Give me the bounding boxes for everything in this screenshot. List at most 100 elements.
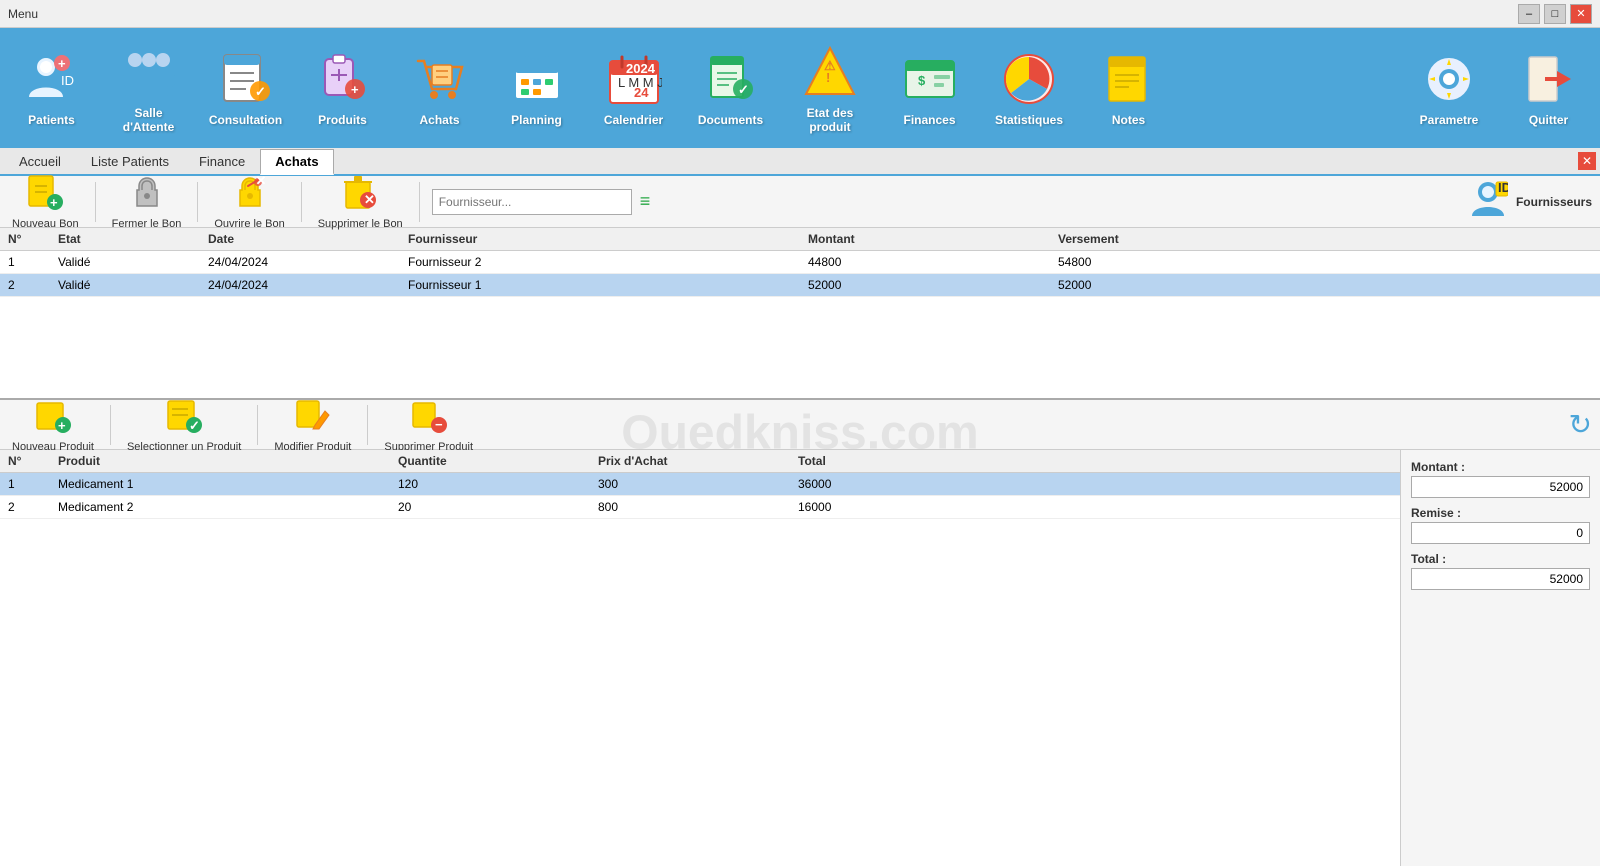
nav-calendrier[interactable]: 2024 L M M J V S D 24 Calendrier bbox=[586, 33, 681, 143]
nav-consultation[interactable]: ✓ Consultation bbox=[198, 33, 293, 143]
sep1 bbox=[95, 182, 96, 222]
supprimer-produit-button[interactable]: − Supprimer Produit bbox=[380, 395, 477, 455]
nav-quitter-label: Quitter bbox=[1529, 113, 1568, 127]
cell-total: 16000 bbox=[790, 496, 1400, 519]
tab-close-button[interactable]: ✕ bbox=[1578, 152, 1596, 170]
modifier-produit-icon bbox=[295, 397, 331, 440]
sep7 bbox=[367, 405, 368, 445]
total-input[interactable]: 52000 bbox=[1411, 568, 1590, 590]
refresh-button[interactable]: ↻ bbox=[1569, 408, 1592, 441]
ouvrir-bon-button[interactable]: ✕ Ouvrire le Bon bbox=[210, 172, 288, 232]
upper-table: N° Etat Date Fournisseur Montant Verseme… bbox=[0, 228, 1600, 297]
parametre-icon bbox=[1419, 49, 1479, 109]
nav-finances[interactable]: $ Finances bbox=[882, 33, 977, 143]
nav-quitter[interactable]: Quitter bbox=[1501, 33, 1596, 143]
svg-text:✕: ✕ bbox=[255, 174, 266, 188]
supprimer-produit-icon: − bbox=[411, 397, 447, 440]
cell-produit: Medicament 2 bbox=[50, 496, 390, 519]
col-versement: Versement bbox=[1050, 228, 1600, 251]
patients-icon: + ID bbox=[22, 49, 82, 109]
consultation-icon: ✓ bbox=[216, 49, 276, 109]
remise-field: Remise : 0 bbox=[1411, 506, 1590, 544]
nav-planning-label: Planning bbox=[511, 113, 562, 127]
nav-statistiques[interactable]: Statistiques bbox=[979, 33, 1079, 143]
tab-finance[interactable]: Finance bbox=[184, 148, 260, 174]
nav-patients-label: Patients bbox=[28, 113, 75, 127]
salle-icon bbox=[119, 42, 179, 102]
table-row[interactable]: 1 Medicament 1 120 300 36000 bbox=[0, 473, 1400, 496]
minimize-button[interactable]: – bbox=[1518, 4, 1540, 24]
fournisseur-search[interactable] bbox=[432, 189, 632, 215]
tab-liste-patients[interactable]: Liste Patients bbox=[76, 148, 184, 174]
supprimer-bon-icon: ✕ bbox=[342, 174, 378, 217]
window-controls: – □ ✕ bbox=[1518, 4, 1592, 24]
tab-accueil[interactable]: Accueil bbox=[4, 148, 76, 174]
nouveau-bon-icon: + bbox=[27, 174, 63, 217]
nav-notes-label: Notes bbox=[1112, 113, 1145, 127]
nav-produits[interactable]: + Produits bbox=[295, 33, 390, 143]
nav-documents[interactable]: ✓ Documents bbox=[683, 33, 778, 143]
fermer-bon-label: Fermer le Bon bbox=[112, 218, 182, 230]
lower-table-area: N° Produit Quantite Prix d'Achat Total 1… bbox=[0, 450, 1400, 866]
statistiques-icon bbox=[999, 49, 1059, 109]
supprimer-bon-button[interactable]: ✕ Supprimer le Bon bbox=[314, 172, 407, 232]
calendrier-icon: 2024 L M M J V S D 24 bbox=[604, 49, 664, 109]
remise-input[interactable]: 0 bbox=[1411, 522, 1590, 544]
side-panel: Montant : 52000 Remise : 0 Total : 52000 bbox=[1400, 450, 1600, 866]
window-title: Menu bbox=[8, 7, 38, 21]
fournisseurs-area: ID Fournisseurs bbox=[1468, 178, 1592, 226]
cell-n: 2 bbox=[0, 274, 50, 297]
montant-input[interactable]: 52000 bbox=[1411, 476, 1590, 498]
nav-salle[interactable]: Salled'Attente bbox=[101, 33, 196, 143]
notes-icon bbox=[1099, 49, 1159, 109]
cell-quantite: 20 bbox=[390, 496, 590, 519]
top-nav: + ID Patients Salled'Attente bbox=[0, 28, 1600, 148]
title-bar: Menu – □ ✕ bbox=[0, 0, 1600, 28]
svg-text:✓: ✓ bbox=[255, 84, 266, 99]
fournisseurs-label: Fournisseurs bbox=[1516, 195, 1592, 209]
col-fournisseur: Fournisseur bbox=[400, 228, 800, 251]
col-montant: Montant bbox=[800, 228, 1050, 251]
lower-col-produit: Produit bbox=[50, 450, 390, 473]
nav-planning[interactable]: Planning bbox=[489, 33, 584, 143]
nav-notes[interactable]: Notes bbox=[1081, 33, 1176, 143]
table-row[interactable]: 1 Validé 24/04/2024 Fournisseur 2 44800 … bbox=[0, 251, 1600, 274]
nav-parametre[interactable]: Parametre bbox=[1399, 33, 1499, 143]
svg-text:24: 24 bbox=[634, 85, 649, 100]
nav-achats[interactable]: Achats bbox=[392, 33, 487, 143]
remise-label: Remise : bbox=[1411, 506, 1590, 520]
table-row[interactable]: 2 Medicament 2 20 800 16000 bbox=[0, 496, 1400, 519]
cell-versement: 54800 bbox=[1050, 251, 1600, 274]
restore-button[interactable]: □ bbox=[1544, 4, 1566, 24]
nav-calendrier-label: Calendrier bbox=[604, 113, 663, 127]
selectionner-produit-button[interactable]: ✓ Selectionner un Produit bbox=[123, 395, 245, 455]
sep6 bbox=[257, 405, 258, 445]
upper-table-section: N° Etat Date Fournisseur Montant Verseme… bbox=[0, 228, 1600, 398]
ouvrir-bon-icon: ✕ bbox=[232, 174, 268, 217]
cell-date: 24/04/2024 bbox=[200, 274, 400, 297]
fermer-bon-button[interactable]: Fermer le Bon bbox=[108, 172, 186, 232]
grid-view-icon[interactable]: ≡ bbox=[640, 191, 651, 212]
table-row[interactable]: 2 Validé 24/04/2024 Fournisseur 1 52000 … bbox=[0, 274, 1600, 297]
nav-achats-label: Achats bbox=[419, 113, 459, 127]
lower-toolbar: + Nouveau Produit ✓ Selectionner un Prod… bbox=[0, 398, 1600, 450]
sep2 bbox=[197, 182, 198, 222]
modifier-produit-button[interactable]: Modifier Produit bbox=[270, 395, 355, 455]
nav-salle-label: Salled'Attente bbox=[123, 106, 175, 135]
close-button[interactable]: ✕ bbox=[1570, 4, 1592, 24]
montant-field: Montant : 52000 bbox=[1411, 460, 1590, 498]
cell-fournisseur: Fournisseur 2 bbox=[400, 251, 800, 274]
nav-statistiques-label: Statistiques bbox=[995, 113, 1063, 127]
fournisseur-avatar-icon: ID bbox=[1468, 178, 1508, 226]
svg-text:ID: ID bbox=[1498, 180, 1508, 195]
svg-text:✓: ✓ bbox=[189, 418, 200, 433]
nav-etat[interactable]: ! ⚠ Etat desproduit bbox=[780, 33, 880, 143]
nav-patients[interactable]: + ID Patients bbox=[4, 33, 99, 143]
svg-text:ID: ID bbox=[61, 73, 74, 88]
cell-date: 24/04/2024 bbox=[200, 251, 400, 274]
documents-icon: ✓ bbox=[701, 49, 761, 109]
nouveau-produit-button[interactable]: + Nouveau Produit bbox=[8, 395, 98, 455]
cell-prix: 800 bbox=[590, 496, 790, 519]
nouveau-bon-button[interactable]: + Nouveau Bon bbox=[8, 172, 83, 232]
total-field: Total : 52000 bbox=[1411, 552, 1590, 590]
